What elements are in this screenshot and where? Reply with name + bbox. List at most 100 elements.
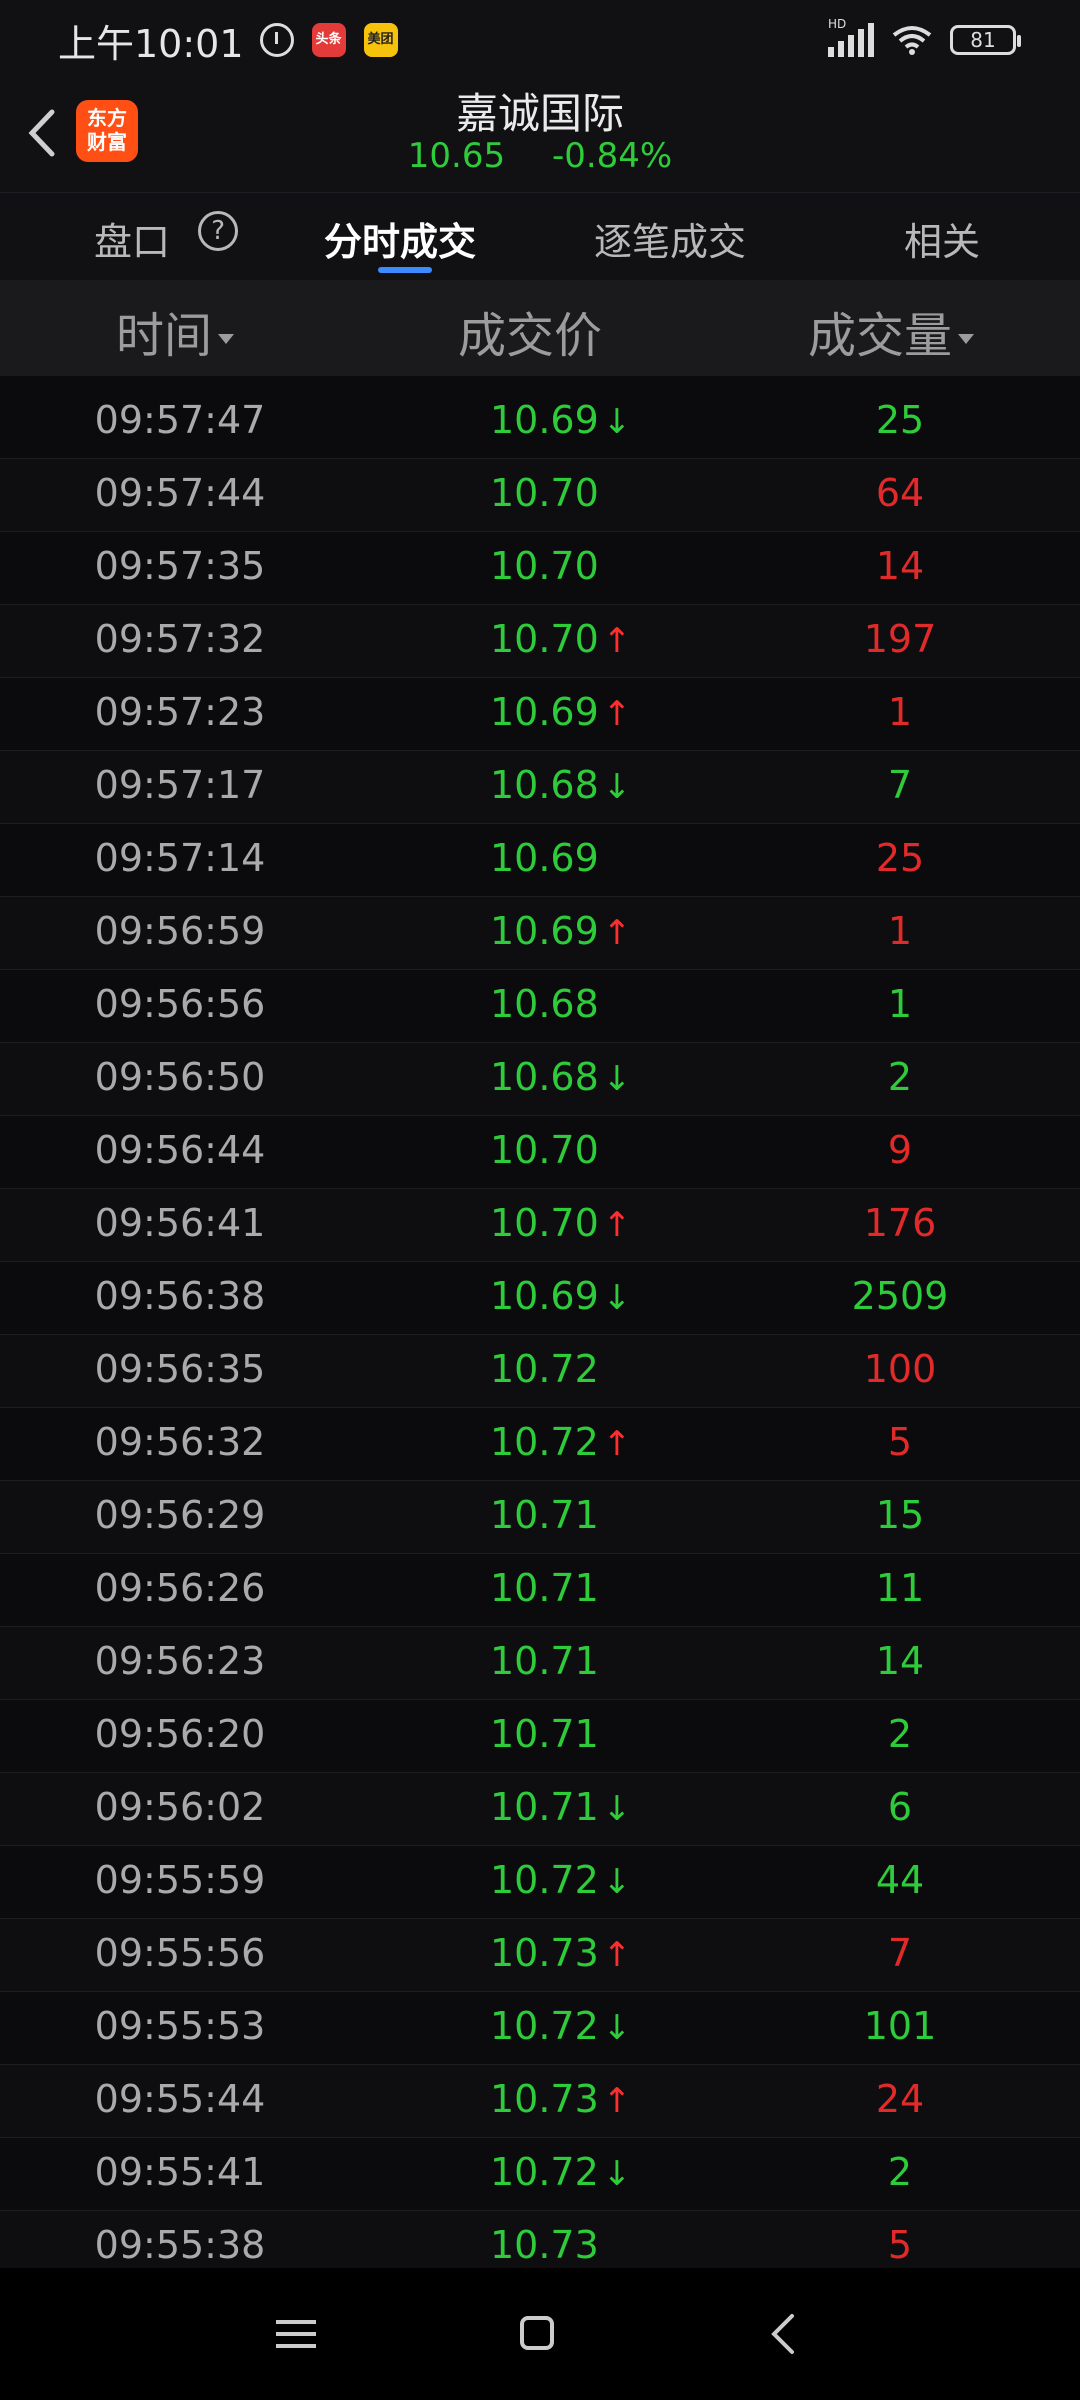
trade-price: 10.72 ↓	[490, 1858, 631, 1902]
trade-row: 09:56:38 10.69 ↓ 2509	[0, 1262, 1080, 1335]
trade-volume: 1	[887, 982, 913, 1026]
signal-icon: HD	[828, 17, 874, 57]
arrow-up-icon: ↑	[602, 694, 632, 734]
column-time[interactable]: 时间	[116, 296, 235, 366]
stock-name: 嘉诚国际	[455, 89, 624, 138]
trade-price-value: 10.72	[490, 2004, 599, 2048]
trade-price-value: 10.71	[490, 1493, 599, 1537]
trade-time: 09:57:14	[94, 836, 266, 880]
trade-volume: 5	[887, 2223, 913, 2267]
arrow-down-icon: ↓	[602, 1789, 632, 1829]
trade-time: 09:55:53	[94, 2004, 266, 2048]
nav-back-icon[interactable]	[768, 2312, 798, 2356]
help-icon[interactable]: ?	[198, 211, 239, 251]
arrow-down-icon: ↓	[602, 402, 632, 442]
trade-volume: 100	[863, 1347, 937, 1391]
trade-row: 09:55:44 10.73 ↑ 24	[0, 2065, 1080, 2138]
trade-price-value: 10.72	[490, 1347, 599, 1391]
trade-row: 09:56:26 10.71 11	[0, 1554, 1080, 1627]
trade-price-value: 10.70	[490, 1128, 599, 1172]
system-nav-bar	[0, 2268, 1080, 2400]
trade-time: 09:56:20	[94, 1712, 266, 1756]
trade-price: 10.70	[490, 471, 599, 515]
status-left: 上午10:01 头条 美团	[0, 13, 398, 68]
quote-line: 10.65 -0.84%	[0, 136, 1080, 176]
trade-volume: 11	[875, 1566, 925, 1610]
tab-tick-trades[interactable]: 逐笔成交	[594, 211, 746, 266]
trade-price: 10.69 ↓	[490, 1274, 631, 1318]
status-right: HD 81	[828, 17, 1080, 57]
trade-volume: 9	[887, 1128, 913, 1172]
trade-volume: 14	[875, 1639, 925, 1683]
menu-icon[interactable]	[276, 2318, 316, 2350]
stock-header: 东方 财富 嘉诚国际 10.65 -0.84%	[0, 80, 1080, 192]
wifi-icon	[892, 25, 932, 55]
trade-price: 10.70 ↑	[490, 617, 631, 661]
battery-icon: 81	[950, 25, 1021, 55]
trade-list[interactable]: 09:57:47 10.69 ↓ 25 09:57:44 10.70 64 09:57:35 1…	[0, 386, 1080, 2268]
trade-price-value: 10.71	[490, 1785, 599, 1829]
table-header: 时间 成交价 成交量	[0, 280, 1080, 376]
meituan-app-icon: 美团	[363, 23, 398, 57]
trade-time: 09:56:32	[94, 1420, 266, 1464]
column-price-label: 成交价	[458, 308, 603, 364]
trade-price: 10.68 ↓	[490, 1055, 631, 1099]
trade-row: 09:55:56 10.73 ↑ 7	[0, 1919, 1080, 1992]
trade-price-value: 10.70	[490, 544, 599, 588]
trade-volume: 44	[875, 1858, 925, 1902]
trade-price: 10.71	[490, 1639, 599, 1683]
trade-time: 09:57:44	[94, 471, 266, 515]
trade-time: 09:56:23	[94, 1639, 266, 1683]
arrow-down-icon: ↓	[602, 2154, 632, 2194]
trade-volume: 101	[863, 2004, 937, 2048]
stock-price: 10.65	[407, 136, 506, 176]
trade-row: 09:56:29 10.71 15	[0, 1481, 1080, 1554]
trade-price-value: 10.72	[490, 2150, 599, 2194]
trade-row: 09:56:59 10.69 ↑ 1	[0, 897, 1080, 970]
trade-row: 09:55:38 10.73 5	[0, 2211, 1080, 2268]
trade-time: 09:57:35	[94, 544, 266, 588]
status-bar: 上午10:01 头条 美团 HD 81	[0, 0, 1080, 80]
trade-row: 09:57:47 10.69 ↓ 25	[0, 386, 1080, 459]
arrow-down-icon: ↓	[602, 2008, 632, 2048]
alarm-icon	[259, 23, 294, 57]
arrow-up-icon: ↑	[602, 621, 632, 661]
trade-price-value: 10.68	[490, 1055, 599, 1099]
trade-time: 09:57:32	[94, 617, 266, 661]
trade-volume: 14	[875, 544, 925, 588]
column-volume[interactable]: 成交量	[808, 296, 975, 366]
trade-price: 10.70 ↑	[490, 1201, 631, 1245]
trade-price: 10.69 ↑	[490, 690, 631, 734]
tab-bar: 盘口 ? 分时成交 逐笔成交 相关	[0, 192, 1080, 281]
trade-time: 09:55:44	[94, 2077, 266, 2121]
trade-time: 09:57:17	[94, 763, 266, 807]
trade-volume: 25	[875, 398, 925, 442]
trade-volume: 64	[875, 471, 925, 515]
trade-row: 09:56:23 10.71 14	[0, 1627, 1080, 1700]
tab-minute-trades[interactable]: 分时成交	[324, 211, 476, 266]
signal-bar	[848, 35, 854, 57]
column-volume-label: 成交量	[808, 308, 953, 364]
tab-order-book[interactable]: 盘口 ?	[94, 211, 239, 266]
arrow-up-icon: ↑	[602, 1205, 632, 1245]
signal-bar	[858, 29, 864, 57]
tab-minute-trades-label: 分时成交	[324, 220, 477, 264]
trade-row: 09:56:35 10.72 100	[0, 1335, 1080, 1408]
trade-price-value: 10.73	[490, 2223, 599, 2267]
trade-row: 09:57:32 10.70 ↑ 197	[0, 605, 1080, 678]
trade-price-value: 10.70	[490, 1201, 599, 1245]
trade-volume: 176	[863, 1201, 937, 1245]
trade-price: 10.72	[490, 1347, 599, 1391]
tab-related[interactable]: 相关	[904, 211, 980, 266]
trade-time: 09:55:38	[94, 2223, 266, 2267]
trade-price-value: 10.69	[490, 909, 599, 953]
trade-price: 10.71	[490, 1712, 599, 1756]
toutiao-app-icon: 头条	[311, 23, 346, 57]
trade-price: 10.73	[490, 2223, 599, 2267]
trade-volume: 25	[875, 836, 925, 880]
trade-price: 10.72 ↑	[490, 1420, 631, 1464]
signal-bar	[828, 47, 834, 57]
trade-volume: 1	[887, 909, 913, 953]
home-icon[interactable]	[520, 2316, 554, 2350]
trade-time: 09:56:44	[94, 1128, 266, 1172]
